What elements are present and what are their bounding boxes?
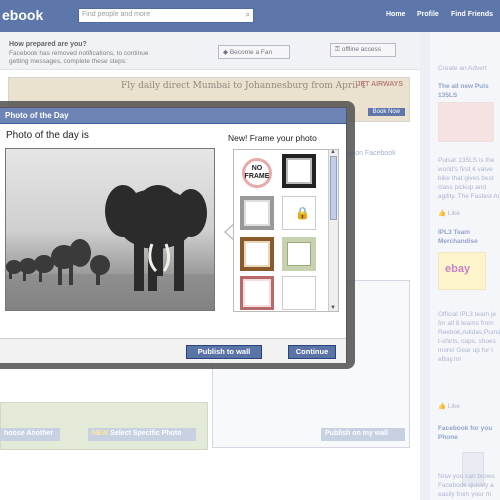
elephant-photo: [5, 148, 215, 311]
dialog-body: Photo of the Day Photo of the day is New…: [0, 107, 347, 363]
frame-scrollbar[interactable]: ▲ ▼: [328, 150, 338, 311]
scrollbar-thumb[interactable]: [330, 156, 337, 220]
frame-selector[interactable]: NO FRAME 🔒 ▲ ▼: [233, 149, 339, 312]
dialog-footer: Publish to wall Continue: [0, 338, 346, 363]
frame-option-locked[interactable]: 🔒: [282, 196, 316, 230]
dialog-title: Photo of the Day: [0, 108, 346, 124]
frame-option-blank[interactable]: [282, 276, 316, 310]
frame-your-photo-label: New! Frame your photo: [228, 133, 317, 143]
no-frame-label: NO FRAME: [244, 165, 270, 180]
scroll-down-arrow-icon[interactable]: ▼: [330, 305, 336, 311]
frame-option-silver[interactable]: [240, 196, 274, 230]
publish-to-wall-button[interactable]: Publish to wall: [186, 345, 262, 359]
photo-of-the-day-dialog: Photo of the Day Photo of the day is New…: [0, 101, 355, 369]
frame-option-none[interactable]: NO FRAME: [240, 156, 274, 190]
photo-of-day-label: Photo of the day is: [6, 130, 89, 141]
frame-option-black[interactable]: [282, 154, 316, 188]
continue-button[interactable]: Continue: [288, 345, 336, 359]
frame-option-floral[interactable]: [282, 237, 316, 271]
scroll-up-arrow-icon[interactable]: ▲: [330, 150, 336, 155]
lock-icon: 🔒: [295, 206, 310, 220]
elephant-photo-illustration: [6, 149, 214, 310]
frame-option-wood[interactable]: [240, 237, 274, 271]
frame-option-red[interactable]: [240, 276, 274, 310]
